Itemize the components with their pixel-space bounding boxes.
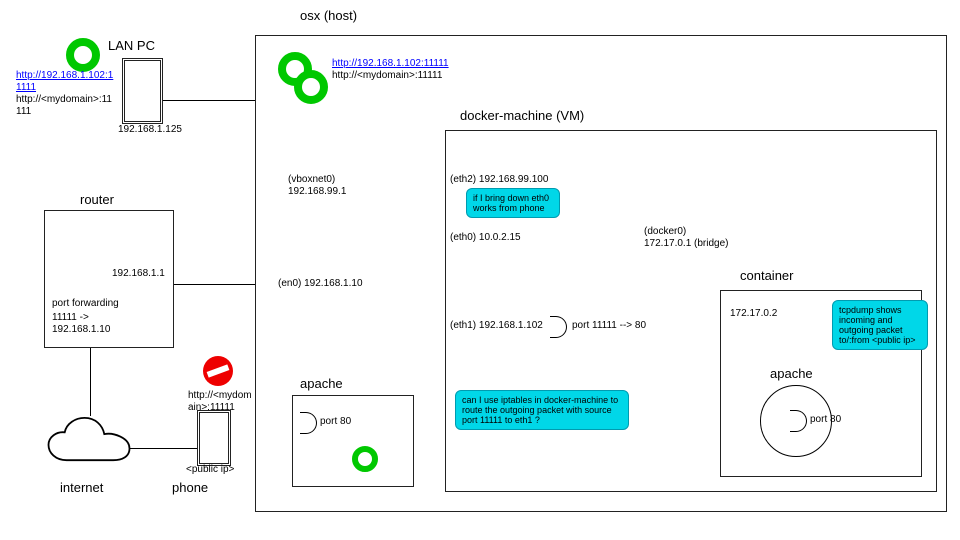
vm-eth0: (eth0) 10.0.2.15 xyxy=(450,232,521,244)
router-fwd-title: port forwarding xyxy=(52,298,119,310)
vm-portmap: port 11111 --> 80 xyxy=(572,320,646,332)
success-icon xyxy=(352,446,378,472)
apache-container-port: port 80 xyxy=(810,414,841,426)
lanpc-device-icon xyxy=(122,58,163,124)
vm-title: docker-machine (VM) xyxy=(460,108,584,123)
apache-host-box xyxy=(292,395,414,487)
lanpc-title: LAN PC xyxy=(108,38,155,53)
lanpc-link2: http://<mydomain>:11111 xyxy=(16,94,116,118)
vm-docker0: (docker0) 172.17.0.1 (bridge) xyxy=(644,226,732,250)
line-internet-phone xyxy=(130,448,198,449)
phone-title: phone xyxy=(172,480,208,495)
apache-host-port: port 80 xyxy=(320,416,351,428)
lanpc-ip: 192.168.1.125 xyxy=(118,124,182,136)
router-title: router xyxy=(80,192,114,207)
host-link1[interactable]: http://192.168.1.102:11111 xyxy=(332,58,449,70)
success-icon xyxy=(294,70,328,104)
vm-eth2: (eth2) 192.168.99.100 xyxy=(450,174,548,186)
container-ip: 172.17.0.2 xyxy=(730,308,777,320)
lanpc-link1[interactable]: http://192.168.1.102:11111 xyxy=(16,70,116,94)
phone-link: http://<mydomain>:11111 xyxy=(188,390,254,414)
host-link2: http://<mydomain>:11111 xyxy=(332,70,442,82)
line-router-internet xyxy=(90,346,91,416)
vm-eth1: (eth1) 192.168.1.102 xyxy=(450,320,543,332)
container-title: container xyxy=(740,268,793,283)
phone-ip: <public ip> xyxy=(186,464,234,476)
host-vboxnet: (vboxnet0) 192.168.99.1 xyxy=(288,174,378,198)
phone-device-icon xyxy=(197,410,231,466)
apache-host-title: apache xyxy=(300,376,343,391)
router-ip: 192.168.1.1 xyxy=(112,268,162,280)
internet-title: internet xyxy=(60,480,103,495)
internet-cloud-icon xyxy=(44,414,134,474)
apache-container-title: apache xyxy=(770,366,813,381)
success-icon xyxy=(66,38,100,72)
blocked-icon xyxy=(203,356,233,386)
callout-tcpdump: tcpdump shows incoming and outgoing pack… xyxy=(832,300,928,350)
line-lanpc-host xyxy=(159,100,255,101)
router-fwd-rule: 11111 -> 192.168.1.10 xyxy=(52,312,132,336)
host-title: osx (host) xyxy=(300,8,357,23)
callout-iptables: can I use iptables in docker-machine to … xyxy=(455,390,629,430)
callout-eth0-note: if I bring down eth0 works from phone xyxy=(466,188,560,218)
host-en0: (en0) 192.168.1.10 xyxy=(278,278,363,290)
